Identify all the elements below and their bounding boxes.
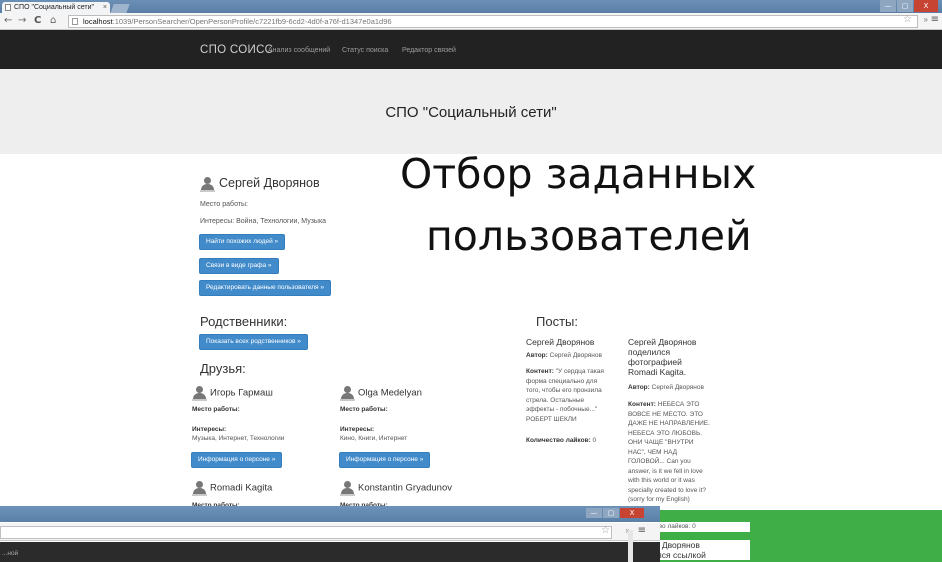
profile-work: Место работы:: [200, 201, 248, 208]
bookmark-star-icon[interactable]: ☆: [601, 525, 610, 536]
edit-user-button[interactable]: Редактировать данные пользователя »: [199, 280, 331, 296]
home-icon[interactable]: ⌂: [50, 15, 56, 26]
user-icon: [340, 481, 355, 496]
site-navbar: СПО СОИСС Анализ сообщений Статус поиска…: [0, 30, 942, 69]
main-content: Сергей Дворянов Место работы: Интересы: …: [0, 154, 942, 510]
show-relatives-button[interactable]: Показать всех родственников »: [199, 334, 308, 350]
post-content: Контент: НЕБЕСА ЭТО ВОВСЕ НЕ МЕСТО. ЭТО …: [628, 401, 710, 503]
friend-interests: Кино, Книги, Интернет: [340, 435, 408, 442]
friend-name[interactable]: Konstantin Gryadunov: [340, 481, 452, 496]
new-tab-button[interactable]: [110, 4, 130, 13]
nav-link-messages[interactable]: Анализ сообщений: [268, 47, 330, 54]
minimize-button[interactable]: —: [586, 508, 602, 518]
tab-active[interactable]: СПО "Социальный сети" ×: [2, 2, 110, 13]
friend-info-button[interactable]: Информация о персоне »: [191, 452, 283, 468]
maximize-button[interactable]: ▢: [897, 0, 913, 12]
posts-heading: Посты:: [536, 314, 578, 329]
post-title: Сергей Дворянов поделился фотографией Ro…: [628, 337, 697, 377]
back-icon[interactable]: ←: [4, 15, 12, 26]
browser-toolbar: ☆ » ≡: [0, 523, 660, 541]
tab-title: СПО "Социальный сети": [14, 4, 94, 11]
slide-caption-line1: Отбор заданных: [400, 150, 757, 198]
page-icon: [5, 4, 11, 11]
friend-name[interactable]: Olga Medelyan: [340, 386, 422, 401]
friend-interests: Музыка, Интернет, Технологии: [192, 435, 285, 442]
friend-info-button[interactable]: Информация о персоне »: [339, 452, 431, 468]
browser-window: СПО "Социальный сети" × — ▢ X ← → C ⌂ lo…: [0, 0, 942, 510]
tab-close-icon[interactable]: ×: [103, 2, 107, 13]
reload-icon[interactable]: C: [34, 15, 41, 26]
post-author: Автор: Сергей Дворянов: [526, 352, 602, 359]
jumbotron: СПО "Социальный сети": [0, 69, 942, 154]
tab-strip: СПО "Социальный сети" × — ▢ X: [0, 0, 942, 13]
user-icon: [192, 386, 207, 401]
url-host: localhost: [83, 17, 113, 26]
url-path: :1039/PersonSearcher/OpenPersonProfile/c…: [112, 17, 392, 26]
close-window-button[interactable]: X: [620, 508, 644, 518]
window-controls: — ▢ X: [879, 0, 938, 13]
page-title: СПО "Социальный сети": [385, 104, 557, 121]
graph-links-button[interactable]: Связи в виде графа »: [199, 258, 279, 274]
post-author: Автор: Сергей Дворянов: [628, 384, 704, 391]
site-brand[interactable]: СПО СОИСС: [200, 44, 273, 56]
user-icon: [192, 481, 207, 496]
bookmark-star-icon[interactable]: ☆: [903, 14, 912, 25]
profile-interests: Интересы: Война, Технологии, Музыка: [200, 218, 327, 225]
post-content: Контент: "У сердца такая форма специальн…: [526, 368, 604, 423]
scrollbar[interactable]: [628, 530, 633, 562]
friend-interests-label: Интересы:: [192, 426, 227, 433]
relatives-heading: Родственники:: [200, 314, 288, 329]
friend-name[interactable]: Игорь Гармаш: [192, 386, 273, 401]
browser-toolbar: ← → C ⌂ localhost:1039/PersonSearcher/Op…: [0, 13, 942, 30]
friend-work-label: Место работы:: [192, 406, 240, 413]
post-title: Сергей Дворянов: [526, 337, 595, 347]
user-icon: [200, 176, 215, 192]
friend-name[interactable]: Romadi Kagita: [192, 481, 272, 496]
window-controls: — ▢ X: [585, 508, 644, 518]
site-navbar: ...ной: [0, 542, 660, 562]
browser-window-secondary: — ▢ X ☆ » ≡ ...ной: [0, 506, 660, 562]
close-window-button[interactable]: X: [914, 0, 938, 12]
minimize-button[interactable]: —: [880, 0, 896, 12]
find-similar-button[interactable]: Найти похожих людей »: [199, 234, 286, 250]
address-bar[interactable]: localhost:1039/PersonSearcher/OpenPerson…: [68, 15, 918, 28]
extensions-chevron-icon[interactable]: »: [924, 15, 928, 24]
address-bar[interactable]: [0, 526, 612, 539]
nav-link-relations-editor[interactable]: Редактор связей: [402, 47, 456, 54]
maximize-button[interactable]: ▢: [603, 508, 619, 518]
profile-name: Сергей Дворянов: [200, 176, 320, 192]
friends-heading: Друзья:: [200, 361, 246, 376]
post-likes: Количество лайков: 0: [526, 437, 597, 444]
title-bar: — ▢ X: [0, 506, 660, 522]
browser-menu-icon[interactable]: ≡: [931, 14, 939, 25]
nav-link-search-status[interactable]: Статус поиска: [342, 47, 388, 54]
profile-name-text: Сергей Дворянов: [219, 176, 320, 190]
friend-work-label: Место работы:: [340, 406, 388, 413]
user-icon: [340, 386, 355, 401]
browser-menu-icon[interactable]: ≡: [638, 525, 646, 536]
slide-caption-line2: пользователей: [426, 212, 752, 260]
forward-icon[interactable]: →: [18, 15, 26, 26]
site-brand[interactable]: ...ной: [2, 550, 18, 557]
friend-interests-label: Интересы:: [340, 426, 375, 433]
page-icon: [72, 18, 78, 25]
